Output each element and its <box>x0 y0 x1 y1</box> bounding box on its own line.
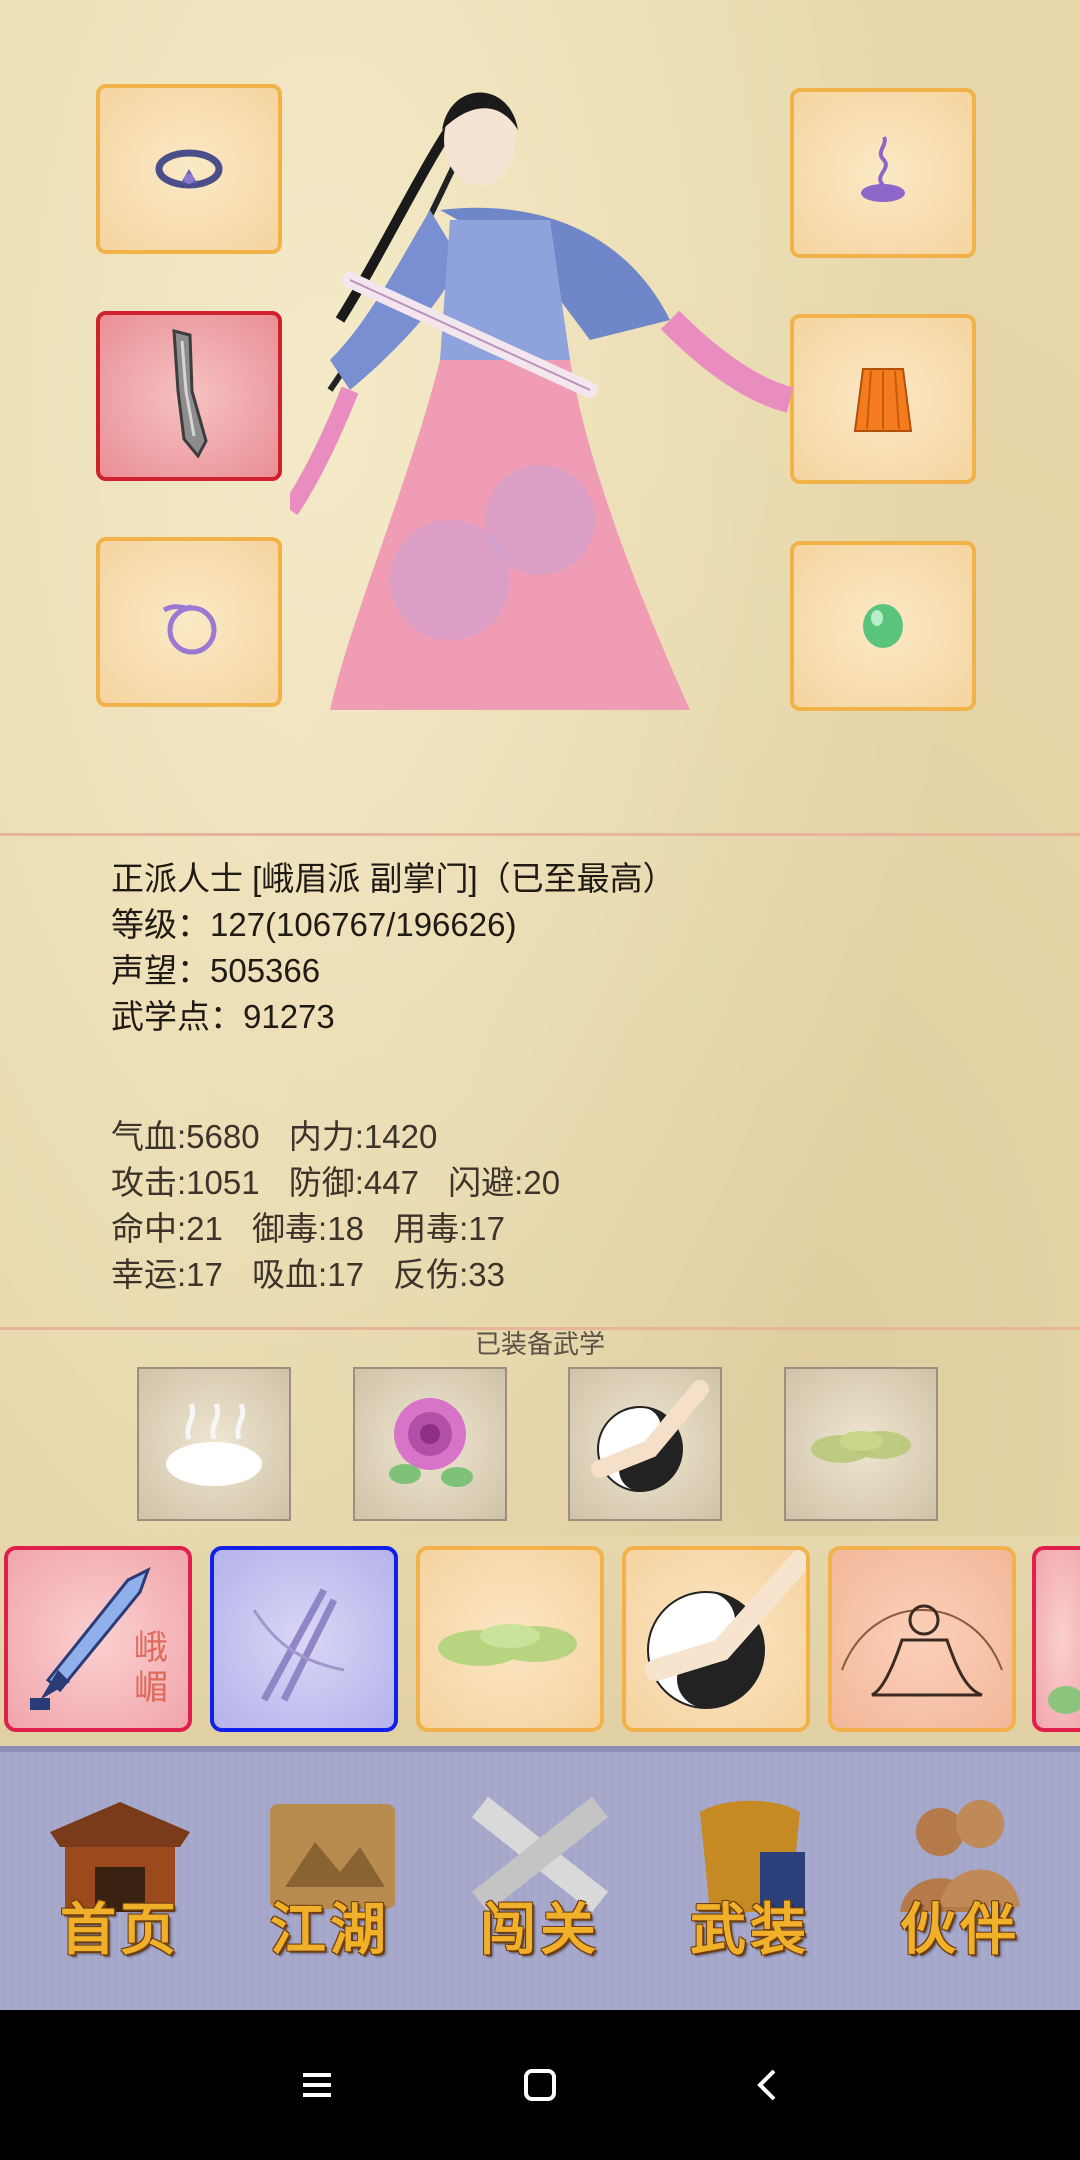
attr-poison-resist: 御毒:18 <box>252 1210 364 1247</box>
equipped-skill-1[interactable] <box>137 1367 291 1521</box>
back-icon[interactable] <box>738 2055 798 2115</box>
nav-huoban[interactable]: 伙伴 <box>880 1792 1040 1972</box>
attr-row: 气血:5680 内力:1420 <box>111 1114 580 1160</box>
attr-attack: 攻击:1051 <box>111 1164 260 1201</box>
nav-chuangguan-label: 闯关 <box>480 1897 600 1963</box>
incense-icon <box>861 136 905 202</box>
skill-tile-2[interactable] <box>210 1546 398 1732</box>
buddha-meditation-icon <box>841 1604 1003 1697</box>
attr-lifesteal: 吸血:17 <box>252 1256 364 1293</box>
bracelet-icon <box>162 603 217 655</box>
equip-slot-jade[interactable] <box>790 541 976 711</box>
nav-home-label: 首页 <box>60 1897 180 1963</box>
attr-dodge: 闪避:20 <box>448 1164 561 1201</box>
steam-cloud-icon <box>166 1403 262 1486</box>
faction-title: 正派人士 [峨眉派 副掌门]（已至最高） <box>111 860 676 897</box>
skill-tile-4[interactable] <box>622 1546 810 1732</box>
nav-wuzhuang-label: 武装 <box>690 1897 810 1963</box>
skill-tile-6[interactable] <box>1032 1546 1080 1732</box>
taiji-palm-icon <box>645 1550 806 1709</box>
character-portrait <box>290 92 794 710</box>
blade-icon <box>172 329 208 459</box>
equipped-martial-arts-title: 已装备武学 <box>474 1329 605 1359</box>
level-line: 等级：127(106767/196626) <box>111 906 517 943</box>
attr-poison-use: 用毒:17 <box>393 1210 505 1247</box>
equip-slot-weapon[interactable] <box>96 311 282 481</box>
equipped-skill-4[interactable] <box>784 1367 938 1521</box>
green-mist-icon <box>811 1431 911 1463</box>
equip-slot-ring[interactable] <box>96 84 282 254</box>
nav-wuzhuang[interactable]: 武装 <box>670 1792 830 1972</box>
attr-defense: 防御:447 <box>288 1164 419 1201</box>
ring-icon <box>155 149 223 189</box>
martial-points-line: 武学点：91273 <box>111 998 335 1035</box>
flower-icon <box>1048 1686 1080 1714</box>
skill-tile-1-label: 峨嵋 <box>134 1628 168 1708</box>
attr-hp: 气血:5680 <box>111 1118 260 1155</box>
skill-tile-5[interactable] <box>828 1546 1016 1732</box>
rose-icon <box>389 1398 473 1487</box>
green-mist-icon <box>438 1624 577 1666</box>
crossed-swords-icon <box>252 1588 345 1702</box>
attr-row: 攻击:1051 防御:447 闪避:20 <box>111 1160 580 1206</box>
attr-hit: 命中:21 <box>111 1210 223 1247</box>
divider-top <box>0 833 1080 836</box>
home-icon[interactable] <box>510 2055 570 2115</box>
skill-tile-3[interactable] <box>416 1546 604 1732</box>
nav-chuangguan[interactable]: 闯关 <box>460 1792 620 1972</box>
system-nav-bar <box>0 2010 1080 2160</box>
attributes-panel: 气血:5680 内力:1420 攻击:1051 防御:447 闪避:20 命中:… <box>111 1114 580 1298</box>
equip-slot-bracelet[interactable] <box>96 537 282 707</box>
menu-icon[interactable] <box>287 2055 347 2115</box>
nav-huoban-label: 伙伴 <box>900 1897 1020 1963</box>
jade-icon <box>863 604 903 648</box>
nav-home[interactable]: 首页 <box>40 1792 200 1972</box>
equipped-skill-3[interactable] <box>568 1367 722 1521</box>
taiji-palm-icon <box>591 1380 709 1492</box>
attr-luck: 幸运:17 <box>111 1256 223 1293</box>
equip-slot-incense[interactable] <box>790 88 976 258</box>
fame-line: 声望：505366 <box>111 952 321 989</box>
nav-jianghu-label: 江湖 <box>270 1897 390 1963</box>
character-info: 正派人士 [峨眉派 副掌门]（已至最高） 等级：127(106767/19662… <box>111 856 676 1040</box>
attr-row: 幸运:17 吸血:17 反伤:33 <box>111 1252 580 1298</box>
attr-row: 命中:21 御毒:18 用毒:17 <box>111 1206 580 1252</box>
skill-tile-1[interactable]: 峨嵋 <box>4 1546 192 1732</box>
equip-slot-skirt[interactable] <box>790 314 976 484</box>
bottom-nav: 首页 江湖 闯关 武装 伙伴 <box>0 1746 1080 2016</box>
attr-inner-power: 内力:1420 <box>288 1118 438 1155</box>
skirt-icon <box>853 368 913 432</box>
attr-reflect: 反伤:33 <box>393 1256 505 1293</box>
nav-jianghu[interactable]: 江湖 <box>250 1792 410 1972</box>
equipped-skill-2[interactable] <box>353 1367 507 1521</box>
